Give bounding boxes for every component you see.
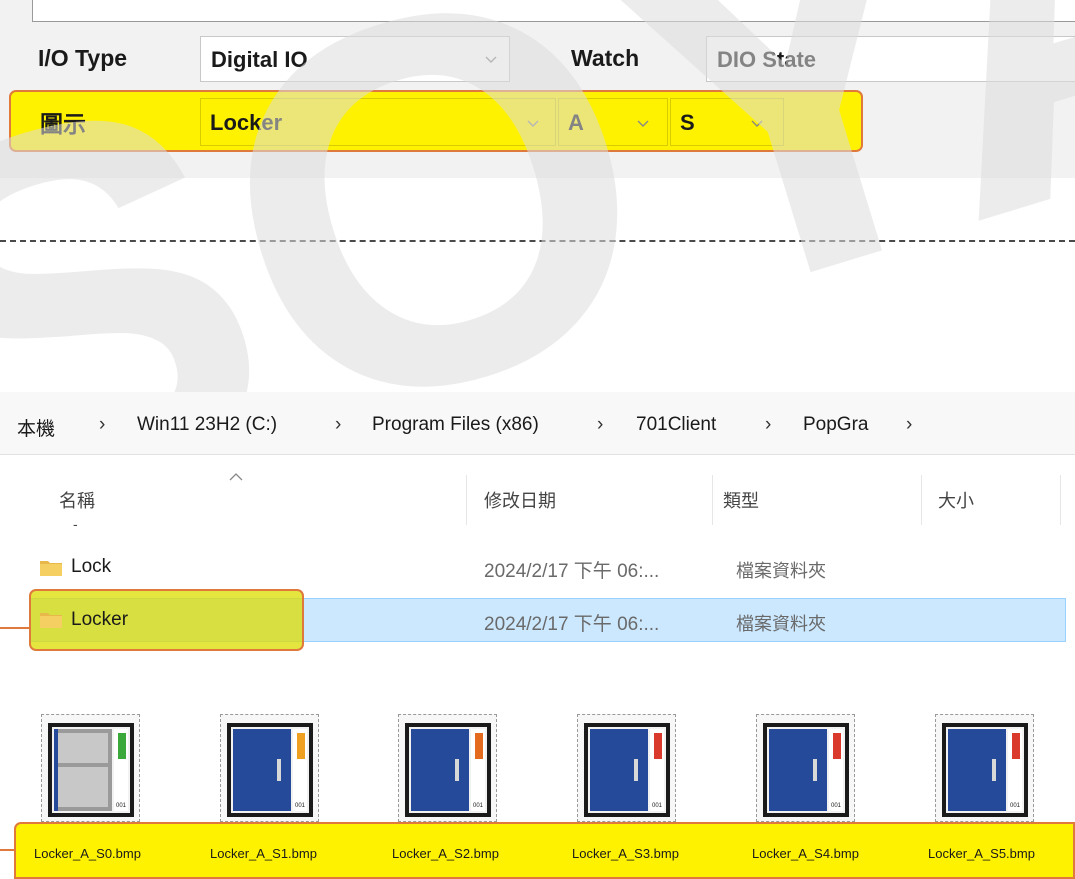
io-type-value: Digital IO (211, 47, 308, 72)
file-thumbnail[interactable]: 001 (756, 714, 855, 822)
locker-icon: 001 (48, 723, 134, 817)
breadcrumb-separator: › (99, 414, 106, 435)
file-row[interactable]: Lock 2024/2/17 下午 06:... 檔案資料夾 (0, 545, 1068, 589)
text-field[interactable] (32, 0, 1075, 22)
column-divider (466, 475, 467, 525)
thumbnail-file-name: Locker_A_S4.bmp (752, 846, 859, 861)
file-thumbnail[interactable]: 001 (577, 714, 676, 822)
column-divider (1060, 475, 1061, 525)
locker-number: 001 (473, 803, 484, 809)
file-modified: 2024/2/17 下午 06:... (484, 561, 660, 582)
file-name: Locker (71, 609, 129, 630)
thumbnail-file-name: Locker_A_S3.bmp (572, 846, 679, 861)
icon-select[interactable]: Locker (200, 98, 556, 146)
file-name: Lock (71, 556, 112, 577)
thumbnail-file-name: Locker_A_S5.bmp (928, 846, 1035, 861)
icon-row-highlight: 圖示 Locker A S (9, 90, 863, 152)
column-divider (921, 475, 922, 525)
state-select[interactable]: S (670, 98, 784, 146)
sort-ascending-icon (229, 473, 243, 481)
breadcrumb-separator: › (906, 414, 913, 435)
column-header-size[interactable]: 大小 (938, 487, 974, 513)
thumbnail-file-name: Locker_A_S0.bmp (34, 846, 141, 861)
locker-folder-highlight: Locker (29, 589, 304, 651)
file-type: 檔案資料夾 (736, 614, 826, 634)
chevron-down-icon (637, 120, 649, 127)
locker-icon: 001 (584, 723, 670, 817)
io-type-select[interactable]: Digital IO (200, 36, 510, 82)
breadcrumb: 本機 › Win11 23H2 (C:) › Program Files (x8… (0, 392, 1075, 455)
column-header-type[interactable]: 類型 (723, 487, 759, 513)
breadcrumb-item-drive[interactable]: Win11 23H2 (C:) (137, 414, 277, 436)
icon-label: 圖示 (40, 111, 86, 137)
letter-select[interactable]: A (558, 98, 668, 146)
locker-number: 001 (1010, 803, 1021, 809)
thumbnail-file-name: Locker_A_S1.bmp (210, 846, 317, 861)
locker-icon: 001 (227, 723, 313, 817)
breadcrumb-separator: › (597, 414, 604, 435)
file-modified: 2024/2/17 下午 06:... (484, 614, 660, 635)
locker-icon: 001 (942, 723, 1028, 817)
callout-arrow (0, 849, 14, 851)
letter-value: A (568, 110, 584, 135)
state-value: S (680, 110, 695, 135)
breadcrumb-item-pc[interactable]: 本機 (17, 414, 55, 441)
locker-number: 001 (116, 803, 127, 809)
watch-label: Watch (571, 45, 640, 71)
file-thumbnail[interactable]: 001 (41, 714, 140, 822)
folder-icon (40, 613, 62, 628)
column-header-modified[interactable]: 修改日期 (484, 487, 556, 513)
breadcrumb-separator: › (335, 414, 342, 435)
file-thumbnail[interactable]: 001 (398, 714, 497, 822)
thumbnail-file-name: Locker_A_S2.bmp (392, 846, 499, 861)
watch-value: DIO State (717, 47, 817, 72)
io-settings-panel: I/O Type Digital IO Watch DIO State 圖示 L… (0, 0, 1075, 178)
icon-value: Locker (210, 110, 283, 135)
io-type-label: I/O Type (38, 45, 128, 71)
breadcrumb-item-program-files[interactable]: Program Files (x86) (372, 414, 539, 436)
chevron-down-icon (485, 56, 497, 63)
breadcrumb-item-701client[interactable]: 701Client (636, 414, 716, 436)
chevron-down-icon (751, 120, 763, 127)
file-names-highlight (14, 822, 1075, 879)
file-thumbnail[interactable]: 001 (935, 714, 1034, 822)
folder-icon (40, 561, 62, 576)
chevron-down-icon (527, 120, 539, 127)
column-header-name[interactable]: 名稱 (59, 487, 95, 513)
section-divider (0, 240, 1075, 242)
column-header-marker: - (73, 516, 78, 532)
callout-arrow (0, 627, 29, 629)
breadcrumb-separator: › (765, 414, 772, 435)
locker-icon: 001 (405, 723, 491, 817)
file-thumbnail[interactable]: 001 (220, 714, 319, 822)
file-type: 檔案資料夾 (736, 561, 826, 581)
locker-icon: 001 (763, 723, 849, 817)
locker-number: 001 (652, 803, 663, 809)
breadcrumb-item-popgra[interactable]: PopGra (803, 414, 868, 436)
column-divider (712, 475, 713, 525)
locker-number: 001 (295, 803, 306, 809)
locker-number: 001 (831, 803, 842, 809)
watch-select[interactable]: DIO State (706, 36, 1075, 82)
